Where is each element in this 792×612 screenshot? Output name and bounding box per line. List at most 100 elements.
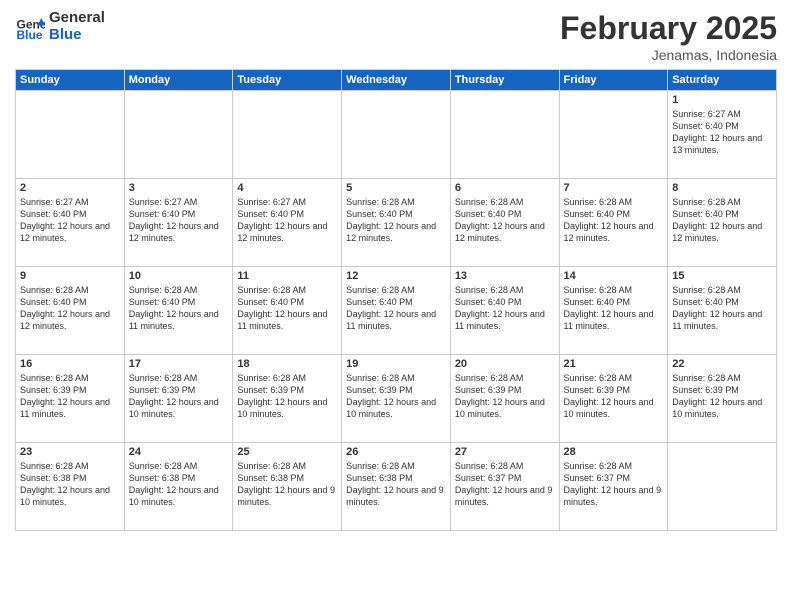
day-info: Sunrise: 6:28 AM Sunset: 6:38 PM Dayligh… [237,460,337,509]
day-info: Sunrise: 6:27 AM Sunset: 6:40 PM Dayligh… [20,196,120,245]
day-number: 8 [672,182,772,194]
weekday-header-wednesday: Wednesday [342,70,451,91]
calendar-cell: 14 Sunrise: 6:28 AM Sunset: 6:40 PM Dayli… [559,267,668,355]
day-info: Sunrise: 6:28 AM Sunset: 6:39 PM Dayligh… [455,372,555,421]
calendar-cell [342,91,451,179]
day-number: 12 [346,270,446,282]
day-info: Sunrise: 6:28 AM Sunset: 6:40 PM Dayligh… [564,196,664,245]
day-info: Sunrise: 6:28 AM Sunset: 6:39 PM Dayligh… [564,372,664,421]
day-number: 17 [129,358,229,370]
day-number: 7 [564,182,664,194]
week-row-2: 9 Sunrise: 6:28 AM Sunset: 6:40 PM Daylig… [16,267,777,355]
day-number: 2 [20,182,120,194]
day-number: 18 [237,358,337,370]
calendar-cell: 24 Sunrise: 6:28 AM Sunset: 6:38 PM Dayli… [124,443,233,531]
weekday-header-sunday: Sunday [16,70,125,91]
location-subtitle: Jenamas, Indonesia [560,47,777,63]
day-info: Sunrise: 6:28 AM Sunset: 6:38 PM Dayligh… [129,460,229,509]
calendar-cell [668,443,777,531]
day-number: 6 [455,182,555,194]
day-info: Sunrise: 6:28 AM Sunset: 6:40 PM Dayligh… [20,284,120,333]
calendar-cell: 21Sunrise: 6:28 AM Sunset: 6:39 PM Dayli… [559,355,668,443]
day-number: 11 [237,270,337,282]
week-row-1: 2 Sunrise: 6:27 AM Sunset: 6:40 PM Daylig… [16,179,777,267]
calendar-cell: 9 Sunrise: 6:28 AM Sunset: 6:40 PM Daylig… [16,267,125,355]
page: General Blue General Blue February 2025 … [0,0,792,612]
calendar-cell: 6 Sunrise: 6:28 AM Sunset: 6:40 PM Daylig… [450,179,559,267]
header: General Blue General Blue February 2025 … [15,10,777,63]
day-number: 9 [20,270,120,282]
day-info: Sunrise: 6:28 AM Sunset: 6:40 PM Dayligh… [455,284,555,333]
logo: General Blue General Blue [15,10,105,43]
calendar-cell: 22 Sunrise: 6:28 AM Sunset: 6:39 PM Dayli… [668,355,777,443]
week-row-0: 1 Sunrise: 6:27 AM Sunset: 6:40 PM Daylig… [16,91,777,179]
day-info: Sunrise: 6:28 AM Sunset: 6:39 PM Dayligh… [672,372,772,421]
calendar-cell: 11 Sunrise: 6:28 AM Sunset: 6:40 PM Dayli… [233,267,342,355]
calendar-cell: 25Sunrise: 6:28 AM Sunset: 6:38 PM Dayli… [233,443,342,531]
weekday-header-tuesday: Tuesday [233,70,342,91]
calendar-cell: 27 Sunrise: 6:28 AM Sunset: 6:37 PM Dayli… [450,443,559,531]
calendar-body: 1 Sunrise: 6:27 AM Sunset: 6:40 PM Daylig… [16,91,777,531]
day-number: 23 [20,446,120,458]
calendar-cell [124,91,233,179]
day-number: 28 [564,446,664,458]
day-info: Sunrise: 6:28 AM Sunset: 6:40 PM Dayligh… [672,284,772,333]
day-info: Sunrise: 6:28 AM Sunset: 6:40 PM Dayligh… [237,284,337,333]
calendar-cell: 26 Sunrise: 6:28 AM Sunset: 6:38 PM Dayli… [342,443,451,531]
calendar-cell: 13 Sunrise: 6:28 AM Sunset: 6:40 PM Dayli… [450,267,559,355]
day-info: Sunrise: 6:28 AM Sunset: 6:40 PM Dayligh… [564,284,664,333]
day-number: 14 [564,270,664,282]
calendar-cell: 17Sunrise: 6:28 AM Sunset: 6:39 PM Dayli… [124,355,233,443]
day-number: 16 [20,358,120,370]
day-number: 27 [455,446,555,458]
calendar-cell: 2 Sunrise: 6:27 AM Sunset: 6:40 PM Daylig… [16,179,125,267]
weekday-header-saturday: Saturday [668,70,777,91]
calendar-cell [16,91,125,179]
logo-blue: Blue [49,27,105,44]
calendar-cell: 4 Sunrise: 6:27 AM Sunset: 6:40 PM Daylig… [233,179,342,267]
logo-general: General [49,10,105,27]
calendar-cell: 28 Sunrise: 6:28 AM Sunset: 6:37 PM Dayli… [559,443,668,531]
day-info: Sunrise: 6:27 AM Sunset: 6:40 PM Dayligh… [672,108,772,157]
day-info: Sunrise: 6:27 AM Sunset: 6:40 PM Dayligh… [129,196,229,245]
weekday-header-friday: Friday [559,70,668,91]
calendar-cell: 1 Sunrise: 6:27 AM Sunset: 6:40 PM Daylig… [668,91,777,179]
day-info: Sunrise: 6:28 AM Sunset: 6:38 PM Dayligh… [346,460,446,509]
calendar-table: SundayMondayTuesdayWednesdayThursdayFrid… [15,69,777,531]
day-number: 4 [237,182,337,194]
day-info: Sunrise: 6:28 AM Sunset: 6:39 PM Dayligh… [237,372,337,421]
calendar-cell: 23 Sunrise: 6:28 AM Sunset: 6:38 PM Dayli… [16,443,125,531]
svg-text:Blue: Blue [17,28,43,42]
calendar-cell: 8 Sunrise: 6:28 AM Sunset: 6:40 PM Daylig… [668,179,777,267]
calendar-cell [559,91,668,179]
day-number: 13 [455,270,555,282]
day-number: 1 [672,94,772,106]
day-number: 26 [346,446,446,458]
day-info: Sunrise: 6:28 AM Sunset: 6:40 PM Dayligh… [346,284,446,333]
weekday-header-monday: Monday [124,70,233,91]
day-number: 24 [129,446,229,458]
day-info: Sunrise: 6:28 AM Sunset: 6:40 PM Dayligh… [455,196,555,245]
day-number: 15 [672,270,772,282]
calendar-cell [450,91,559,179]
day-number: 3 [129,182,229,194]
day-number: 5 [346,182,446,194]
day-info: Sunrise: 6:28 AM Sunset: 6:37 PM Dayligh… [564,460,664,509]
calendar-cell: 3 Sunrise: 6:27 AM Sunset: 6:40 PM Daylig… [124,179,233,267]
logo-icon: General Blue [15,12,45,42]
day-info: Sunrise: 6:27 AM Sunset: 6:40 PM Dayligh… [237,196,337,245]
calendar-cell: 10Sunrise: 6:28 AM Sunset: 6:40 PM Dayli… [124,267,233,355]
day-info: Sunrise: 6:28 AM Sunset: 6:37 PM Dayligh… [455,460,555,509]
day-number: 22 [672,358,772,370]
day-info: Sunrise: 6:28 AM Sunset: 6:39 PM Dayligh… [346,372,446,421]
title-area: February 2025 Jenamas, Indonesia [560,10,777,63]
calendar-cell: 15 Sunrise: 6:28 AM Sunset: 6:40 PM Dayli… [668,267,777,355]
calendar-cell: 19Sunrise: 6:28 AM Sunset: 6:39 PM Dayli… [342,355,451,443]
day-info: Sunrise: 6:28 AM Sunset: 6:40 PM Dayligh… [672,196,772,245]
day-info: Sunrise: 6:28 AM Sunset: 6:40 PM Dayligh… [346,196,446,245]
day-info: Sunrise: 6:28 AM Sunset: 6:39 PM Dayligh… [20,372,120,421]
calendar-cell [233,91,342,179]
day-info: Sunrise: 6:28 AM Sunset: 6:38 PM Dayligh… [20,460,120,509]
week-row-3: 16 Sunrise: 6:28 AM Sunset: 6:39 PM Dayli… [16,355,777,443]
weekday-header-row: SundayMondayTuesdayWednesdayThursdayFrid… [16,70,777,91]
